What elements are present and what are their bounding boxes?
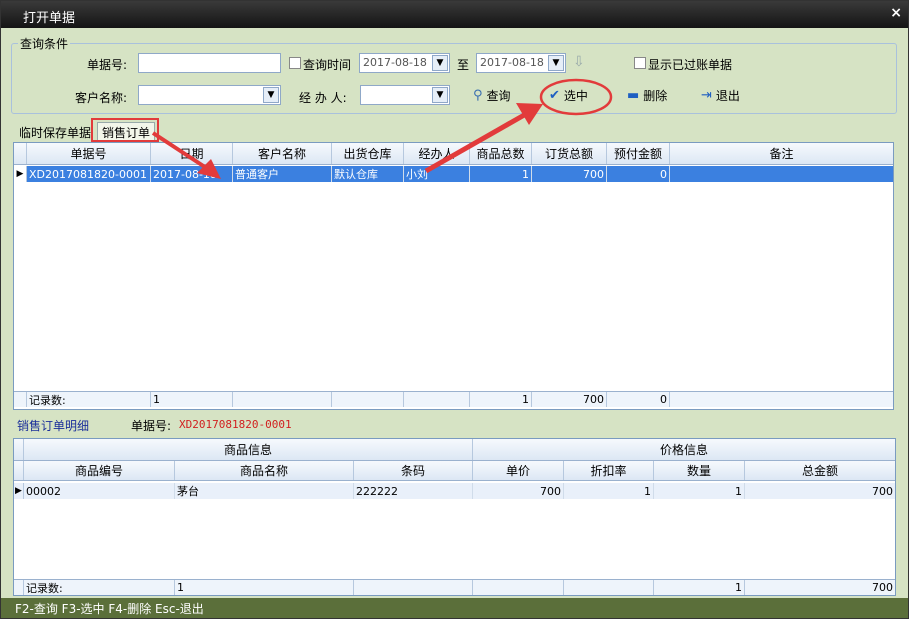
handler-select[interactable]: ▼ bbox=[360, 85, 450, 105]
detail-order-no: XD2017081820-0001 bbox=[179, 418, 292, 431]
orders-grid: 单据号 日期 客户名称 出货仓库 经办人 商品总数 订货总额 预付金额 备注 ▶… bbox=[13, 142, 894, 410]
detail-bar: 销售订单明细 单据号: XD2017081820-0001 bbox=[11, 414, 897, 436]
query-time-label: 查询时间 bbox=[303, 58, 352, 72]
record-count-label: 记录数: bbox=[24, 580, 175, 595]
col-unit-price[interactable]: 单价 bbox=[473, 461, 564, 480]
col-prepaid[interactable]: 预付金额 bbox=[607, 143, 670, 164]
date-to-picker[interactable]: 2017-08-18 ▼ bbox=[476, 53, 566, 73]
col-order-no[interactable]: 单据号 bbox=[27, 143, 151, 164]
check-icon: ✔ bbox=[549, 87, 560, 103]
magnifier-icon: ⚲ bbox=[473, 87, 483, 103]
col-discount[interactable]: 折扣率 bbox=[564, 461, 654, 480]
customer-select[interactable]: ▼ bbox=[138, 85, 281, 105]
delete-button-label: 删除 bbox=[643, 88, 668, 103]
select-button[interactable]: ✔ 选中 bbox=[549, 84, 588, 106]
query-legend: 查询条件 bbox=[18, 35, 71, 52]
col-total-items[interactable]: 商品总数 bbox=[470, 143, 532, 164]
status-bar: F2-查询 F3-选中 F4-删除 Esc-退出 bbox=[1, 598, 908, 618]
handler-label: 经 办 人: bbox=[299, 91, 347, 105]
order-no-label: 单据号: bbox=[87, 58, 128, 72]
date-to-value: 2017-08-18 bbox=[480, 56, 544, 69]
col-warehouse[interactable]: 出货仓库 bbox=[332, 143, 404, 164]
record-count-value: 1 bbox=[151, 392, 233, 407]
chevron-down-icon[interactable]: ▼ bbox=[432, 55, 448, 71]
table-row[interactable]: ▶ XD2017081820-0001 2017-08-18 普通客户 默认仓库… bbox=[14, 166, 893, 182]
tab-temp-saved[interactable]: 临时保存单据 bbox=[15, 123, 95, 141]
delete-button[interactable]: ▬ 删除 bbox=[627, 84, 667, 106]
shortcut-hints: F2-查询 F3-选中 F4-删除 Esc-退出 bbox=[15, 602, 204, 616]
detail-grid: 商品信息 价格信息 商品编号 商品名称 条码 单价 折扣率 数量 总金额 ▶ 0… bbox=[13, 438, 896, 596]
detail-order-no-label: 单据号: bbox=[131, 419, 172, 433]
date-from-value: 2017-08-18 bbox=[363, 56, 427, 69]
minus-icon: ▬ bbox=[627, 87, 640, 103]
query-button[interactable]: ⚲ 查询 bbox=[473, 84, 511, 106]
record-count-value: 1 bbox=[175, 580, 354, 595]
window-title: 打开单据 bbox=[23, 11, 76, 26]
col-handler[interactable]: 经办人 bbox=[404, 143, 470, 164]
group-product-info: 商品信息 bbox=[24, 439, 473, 460]
to-label: 至 bbox=[457, 58, 470, 72]
chevron-down-icon[interactable]: ▼ bbox=[432, 87, 448, 103]
chevron-down-icon[interactable]: ▼ bbox=[548, 55, 564, 71]
close-icon[interactable]: × bbox=[890, 5, 902, 21]
orders-footer-row: 记录数: 1 1 700 0 bbox=[14, 391, 893, 407]
orders-header-row: 单据号 日期 客户名称 出货仓库 经办人 商品总数 订货总额 预付金额 备注 bbox=[14, 143, 893, 165]
exit-button[interactable]: ⇥ 退出 bbox=[701, 84, 740, 106]
detail-footer-row: 记录数: 1 1 700 bbox=[14, 579, 895, 595]
show-posted-label: 显示已过账单据 bbox=[648, 58, 733, 72]
show-posted-checkbox[interactable] bbox=[634, 57, 646, 69]
col-barcode[interactable]: 条码 bbox=[354, 461, 473, 480]
detail-group-header: 商品信息 价格信息 bbox=[14, 439, 895, 461]
col-quantity[interactable]: 数量 bbox=[654, 461, 745, 480]
order-no-input[interactable] bbox=[138, 53, 281, 73]
date-from-picker[interactable]: 2017-08-18 ▼ bbox=[359, 53, 450, 73]
title-bar: 打开单据 × bbox=[1, 1, 908, 28]
table-row[interactable]: ▶ 00002 茅台 222222 700 1 1 700 bbox=[14, 483, 895, 499]
record-count-label: 记录数: bbox=[27, 392, 151, 407]
col-product-name[interactable]: 商品名称 bbox=[175, 461, 354, 480]
group-price-info: 价格信息 bbox=[659, 443, 708, 457]
col-remark[interactable]: 备注 bbox=[670, 143, 893, 164]
exit-icon: ⇥ bbox=[701, 87, 712, 103]
down-arrow-icon[interactable]: ⇩ bbox=[573, 54, 585, 70]
chevron-down-icon[interactable]: ▼ bbox=[263, 87, 279, 103]
col-product-code[interactable]: 商品编号 bbox=[24, 461, 175, 480]
customer-label: 客户名称: bbox=[75, 91, 128, 105]
open-document-window: 打开单据 × 查询条件 单据号: 查询时间 2017-08-18 ▼ 至 201… bbox=[0, 0, 909, 619]
col-total-amount[interactable]: 总金额 bbox=[745, 461, 895, 480]
query-time-checkbox[interactable] bbox=[289, 57, 301, 69]
col-order-amount[interactable]: 订货总额 bbox=[532, 143, 607, 164]
exit-button-label: 退出 bbox=[715, 88, 740, 103]
annotation-box bbox=[91, 118, 159, 142]
col-date[interactable]: 日期 bbox=[151, 143, 233, 164]
query-button-label: 查询 bbox=[486, 88, 511, 103]
row-pointer-icon: ▶ bbox=[14, 483, 24, 499]
detail-header-row: 商品编号 商品名称 条码 单价 折扣率 数量 总金额 bbox=[14, 461, 895, 481]
select-button-label: 选中 bbox=[563, 88, 588, 103]
col-customer[interactable]: 客户名称 bbox=[233, 143, 332, 164]
row-pointer-icon: ▶ bbox=[14, 166, 27, 182]
detail-title: 销售订单明细 bbox=[17, 419, 90, 433]
